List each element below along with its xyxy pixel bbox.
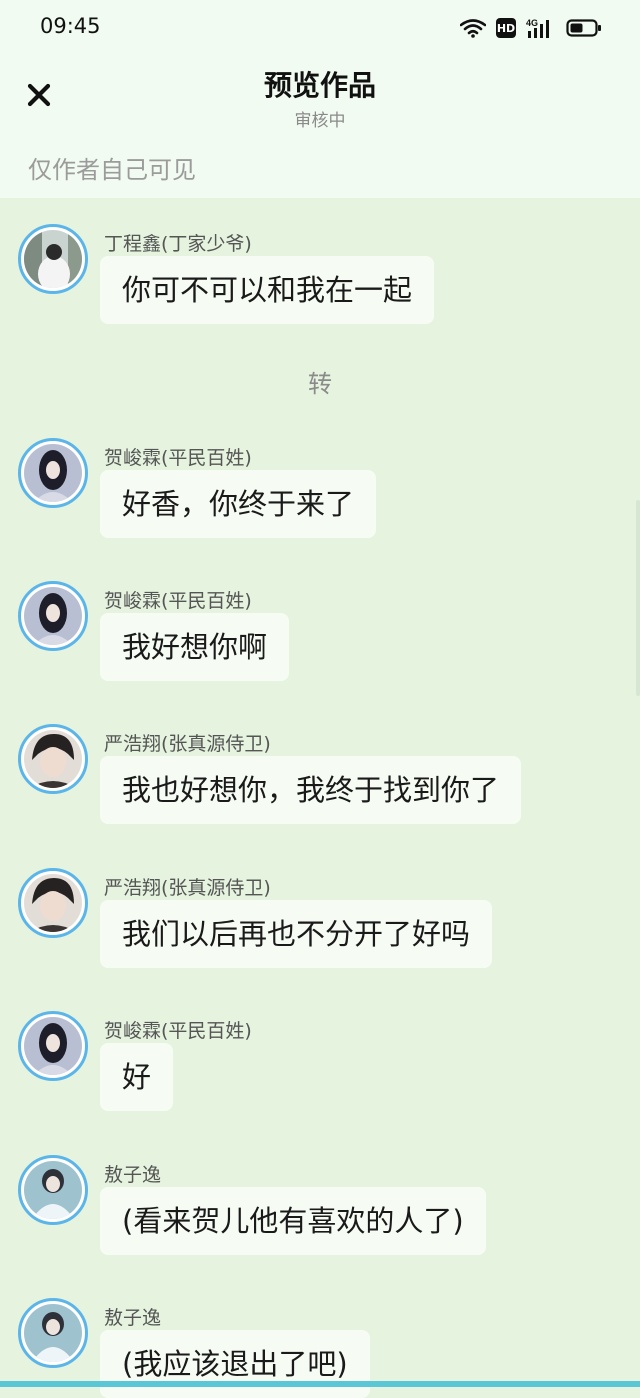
avatar[interactable] [18, 868, 88, 938]
message-bubble[interactable]: (看来贺儿他有喜欢的人了) [100, 1187, 486, 1255]
avatar[interactable] [18, 224, 88, 294]
sender-name: 贺峻霖(平民百姓) [104, 590, 252, 612]
scrollbar-thumb[interactable] [636, 500, 640, 696]
avatar-image [24, 874, 82, 932]
avatar-image [24, 730, 82, 788]
message-bubble[interactable]: 我们以后再也不分开了好吗 [100, 900, 493, 968]
avatar-image [24, 1017, 82, 1075]
battery-icon [566, 19, 601, 37]
avatar[interactable] [18, 724, 88, 794]
page-title: 预览作品 [263, 69, 376, 102]
cellular-signal-icon: 4G [526, 18, 549, 38]
sender-name: 丁程鑫(丁家少爷) [104, 233, 252, 255]
message-bubble[interactable]: 我好想你啊 [100, 613, 290, 681]
message-bubble[interactable]: 你可不可以和我在一起 [100, 256, 435, 324]
sender-name: 贺峻霖(平民百姓) [104, 1020, 252, 1042]
avatar[interactable] [18, 1155, 88, 1225]
avatar[interactable] [18, 1011, 88, 1081]
sender-name: 敖子逸 [104, 1164, 162, 1186]
scene-divider: 转 [308, 370, 332, 398]
avatar[interactable] [18, 1298, 88, 1368]
avatar-image [24, 230, 82, 288]
message-bubble[interactable]: 我也好想你，我终于找到你了 [100, 756, 522, 824]
avatar[interactable] [18, 438, 88, 508]
message-bubble[interactable]: (我应该退出了吧) [100, 1330, 370, 1398]
network-type-label: 4G [526, 18, 538, 28]
sender-name: 敖子逸 [104, 1307, 162, 1329]
visibility-note: 仅作者自己可见 [28, 156, 196, 184]
status-time: 09:45 [40, 14, 101, 38]
avatar-image [24, 444, 82, 502]
status-icons: HD 4G [460, 14, 602, 42]
status-bar: 09:45 HD 4G [0, 0, 640, 56]
avatar-image [24, 587, 82, 645]
wifi-icon [460, 19, 486, 38]
avatar[interactable] [18, 581, 88, 651]
sender-name: 严浩翔(张真源侍卫) [104, 733, 271, 755]
sender-name: 贺峻霖(平民百姓) [104, 447, 252, 469]
message-bubble[interactable]: 好香，你终于来了 [100, 470, 377, 538]
review-status: 审核中 [294, 111, 346, 131]
message-bubble[interactable]: 好 [100, 1043, 174, 1111]
bottom-accent-bar [0, 1381, 640, 1387]
top-panel: 09:45 HD 4G 预览作品 审核中 仅作者自己可见 [0, 0, 640, 198]
avatar-image [24, 1161, 82, 1219]
avatar-image [24, 1304, 82, 1362]
sender-name: 严浩翔(张真源侍卫) [104, 877, 271, 899]
hd-icon: HD [496, 18, 516, 38]
